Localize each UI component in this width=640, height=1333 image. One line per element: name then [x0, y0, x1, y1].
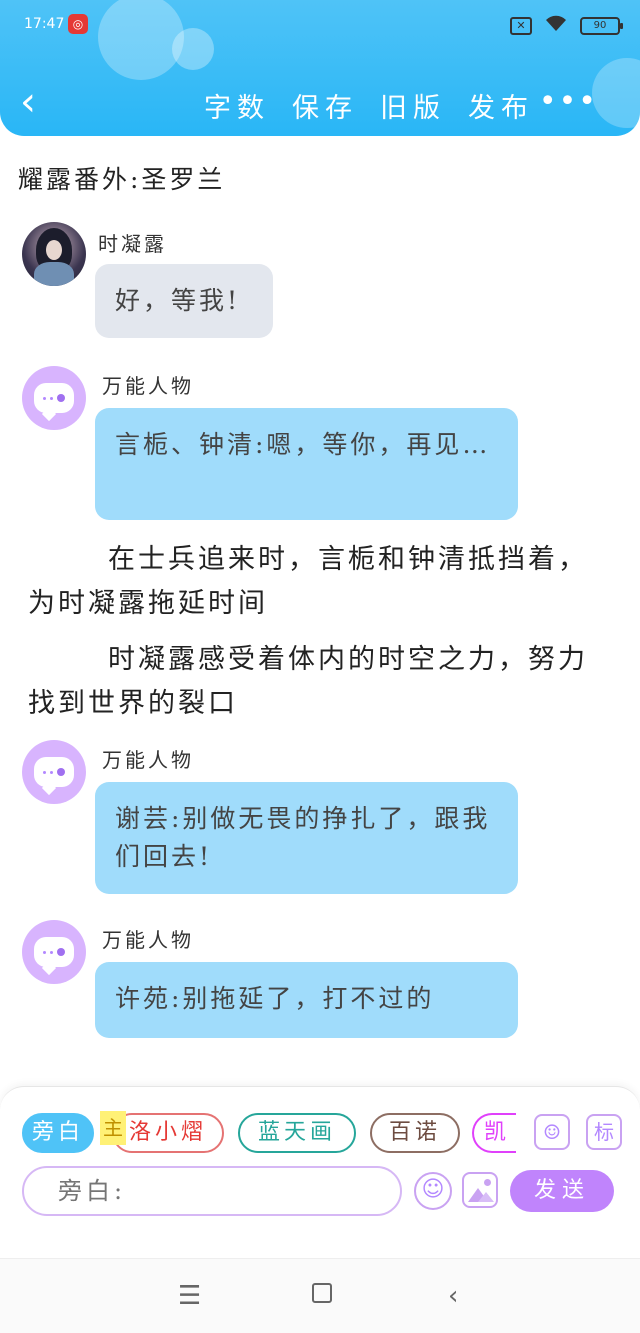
narration-text[interactable]: 时凝露感受着体内的时空之力，努力找到世界的裂口	[28, 638, 608, 726]
main-role-badge: 主	[100, 1111, 126, 1145]
decor-bubble	[172, 28, 214, 70]
save-button[interactable]: 保存	[292, 86, 358, 125]
decor-bubble	[592, 58, 640, 128]
word-count-button[interactable]: 字数	[204, 86, 270, 125]
role-chip-narration[interactable]: 旁白	[22, 1113, 94, 1153]
role-chip-kai[interactable]: 凯	[472, 1113, 516, 1153]
tag-icon[interactable]: 标	[586, 1114, 622, 1150]
sender-name: 万能人物	[102, 374, 194, 398]
old-version-button[interactable]: 旧版	[380, 86, 446, 125]
back-button[interactable]: ‹	[20, 82, 52, 122]
sender-name: 万能人物	[102, 928, 194, 952]
sender-name: 万能人物	[102, 748, 194, 772]
system-nav-bar: ☰ ‹	[0, 1258, 640, 1333]
role-chip-bai[interactable]: 百诺	[370, 1113, 460, 1153]
narration-text[interactable]: 在士兵追来时，言栀和钟清抵挡着，为时凝露拖延时间	[28, 538, 608, 626]
message-input[interactable]	[22, 1166, 402, 1216]
app-notification-icon: ◎	[68, 14, 88, 34]
chat-bot-icon[interactable]	[22, 740, 86, 804]
home-icon[interactable]	[312, 1283, 332, 1303]
back-icon[interactable]: ‹	[448, 1281, 458, 1311]
sim-icon: ✕	[510, 16, 532, 35]
chat-bot-icon[interactable]	[22, 366, 86, 430]
status-icons: ✕ 90	[510, 14, 623, 37]
avatar[interactable]	[22, 222, 86, 286]
role-manager-icon[interactable]: ☺	[534, 1114, 570, 1150]
battery-icon: 90	[580, 16, 623, 35]
message-bubble[interactable]: 谢芸:别做无畏的挣扎了，跟我们回去!	[95, 782, 518, 894]
message-bubble[interactable]: 言栀、钟清:嗯，等你，再见…	[95, 408, 518, 520]
message-bubble[interactable]: 许苑:别拖延了，打不过的	[95, 962, 518, 1038]
role-chip-lan[interactable]: 蓝天画	[238, 1113, 356, 1153]
story-title: 耀露番外:圣罗兰	[18, 165, 226, 194]
publish-button[interactable]: 发布	[468, 86, 534, 125]
chat-bot-icon[interactable]	[22, 920, 86, 984]
send-button[interactable]: 发送	[510, 1170, 614, 1212]
top-header: 17:47 ◎ ✕ 90 ‹ 字数 保存 旧版 发布 •••	[0, 0, 640, 136]
wifi-icon	[544, 14, 568, 37]
role-chip-luo[interactable]: 洛小熠	[112, 1113, 224, 1153]
more-icon[interactable]: •••	[539, 84, 598, 119]
sender-name: 时凝露	[98, 232, 167, 256]
header-actions: 字数 保存 旧版 发布	[204, 86, 534, 125]
image-icon[interactable]	[462, 1172, 498, 1208]
decor-bubble	[98, 0, 184, 80]
menu-icon[interactable]: ☰	[178, 1281, 201, 1311]
emoji-icon[interactable]: ☺	[414, 1172, 452, 1210]
message-bubble[interactable]: 好，等我!	[95, 264, 273, 338]
status-time: 17:47	[24, 16, 65, 32]
